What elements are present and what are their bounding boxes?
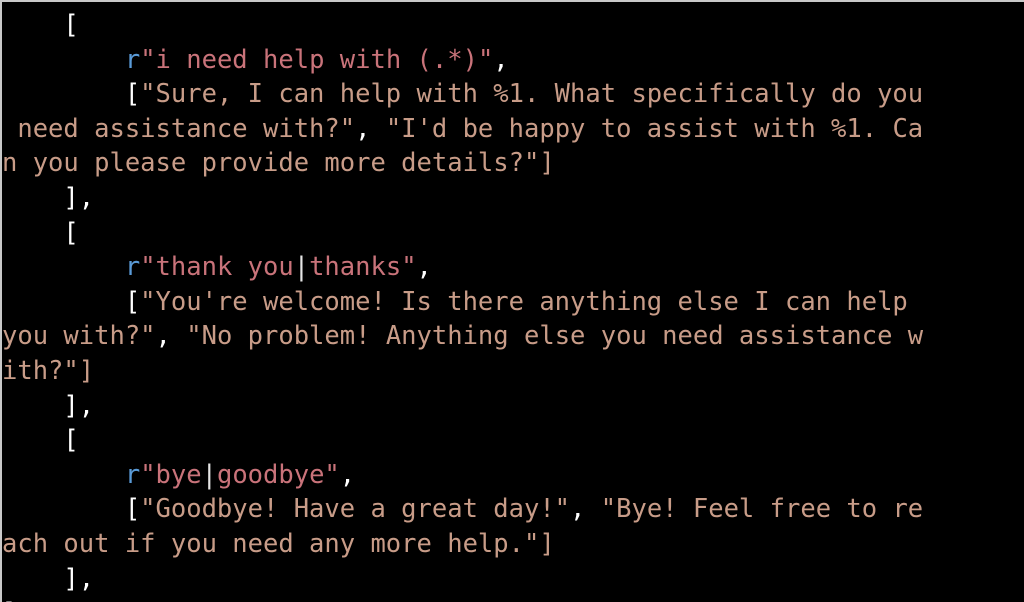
terminal-window[interactable]: [ r"i need help with (.*)", ["Sure, I ca… <box>0 0 1024 602</box>
code-line: ], <box>2 181 1024 216</box>
code-token-punct: ], <box>2 390 95 421</box>
code-line: r"i need help with (.*)", <box>2 43 1024 78</box>
code-token-str: "You're welcome! Is there anything else … <box>140 286 924 317</box>
code-line: [ <box>2 216 1024 251</box>
code-line: ["Sure, I can help with %1. What specifi… <box>2 77 1024 112</box>
code-block[interactable]: [ r"i need help with (.*)", ["Sure, I ca… <box>2 8 1024 602</box>
code-token-meta: | <box>201 459 217 490</box>
code-line: need assistance with?", "I'd be happy to… <box>2 112 1024 147</box>
code-token-regex: "bye <box>140 459 202 490</box>
code-token-str: "I'd be happy to assist with %1. Ca <box>370 113 924 144</box>
code-token-str: ith?"] <box>2 355 95 386</box>
code-token-punct: [ <box>2 10 79 40</box>
code-line: ], <box>2 562 1024 597</box>
code-line: ach out if you need any more help."] <box>2 527 1024 562</box>
code-token-str: "No problem! Anything else you need assi… <box>170 321 924 352</box>
code-token-str: need assistance with?" <box>2 113 356 144</box>
code-line: r"thank you|thanks", <box>2 250 1024 285</box>
code-token-punct: ], <box>2 182 95 213</box>
code-token-regex: thanks" <box>309 252 417 283</box>
code-line: ] <box>2 596 1024 602</box>
code-token-punct <box>2 252 125 282</box>
code-line: ith?"] <box>2 354 1024 389</box>
code-line: ], <box>2 389 1024 424</box>
code-token-punct: , <box>339 459 356 490</box>
code-token-punct: [ <box>2 425 79 456</box>
code-token-meta: | <box>293 252 310 283</box>
code-token-str: "Goodbye! Have a great day!" <box>140 494 571 525</box>
code-token-str: "Sure, I can help with %1. What specific… <box>140 79 924 110</box>
code-token-punct: , <box>155 321 171 352</box>
code-token-punct: [ <box>2 286 141 317</box>
code-line: n you please provide more details?"] <box>2 146 1024 181</box>
code-line: r"bye|goodbye", <box>2 458 1024 493</box>
code-token-regex: "thank you <box>140 252 294 283</box>
code-token-regex: "i need help with (.*)" <box>140 44 494 75</box>
code-token-punct: ], <box>2 563 95 594</box>
code-line: ["You're welcome! Is there anything else… <box>2 285 1024 320</box>
code-token-punct: ] <box>2 598 17 602</box>
code-token-str: "Bye! Feel free to re <box>585 494 924 525</box>
code-token-str: n you please provide more details?"] <box>2 148 555 179</box>
code-line: [ <box>2 423 1024 458</box>
code-token-str: you with?" <box>2 321 156 352</box>
code-line: ["Goodbye! Have a great day!", "Bye! Fee… <box>2 492 1024 527</box>
code-token-punct: [ <box>2 494 141 525</box>
code-token-regex: goodbye" <box>216 459 340 490</box>
code-token-rprefix: r <box>124 252 141 283</box>
code-token-punct: , <box>493 44 509 75</box>
code-token-rprefix: r <box>124 459 141 490</box>
code-token-punct: , <box>355 113 371 144</box>
code-token-punct <box>2 460 125 490</box>
code-line: [ <box>2 8 1024 43</box>
code-token-punct: , <box>570 494 586 525</box>
code-token-str: ach out if you need any more help."] <box>2 528 555 559</box>
code-token-punct: [ <box>2 79 141 110</box>
code-token-punct: , <box>416 252 432 283</box>
code-token-rprefix: r <box>124 44 141 75</box>
code-token-punct: [ <box>2 217 79 248</box>
code-line: you with?", "No problem! Anything else y… <box>2 319 1024 354</box>
code-token-punct <box>2 45 125 75</box>
